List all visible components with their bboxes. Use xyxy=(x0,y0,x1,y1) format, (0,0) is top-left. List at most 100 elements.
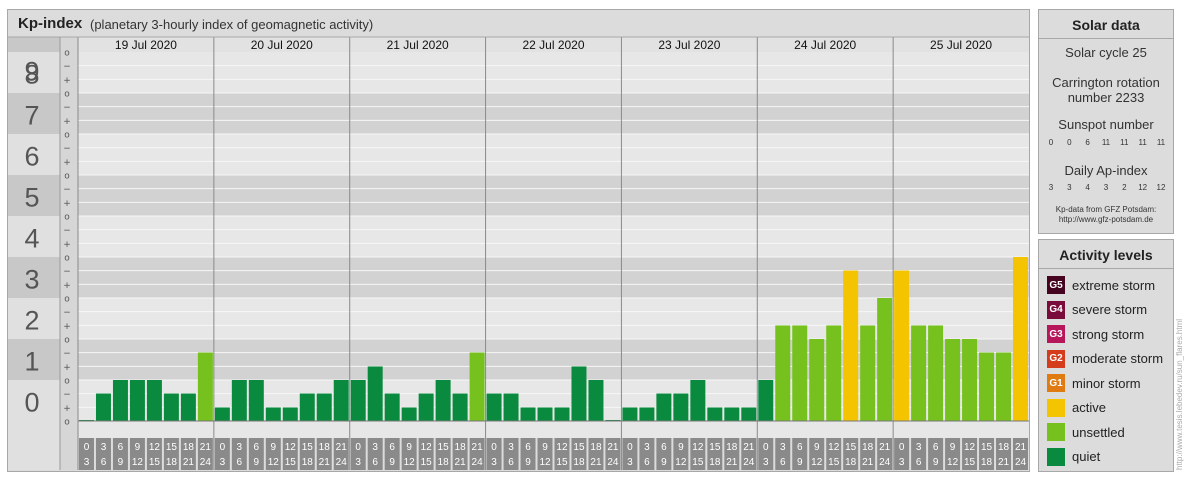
interval-end-label: 24 xyxy=(879,457,891,468)
kp-bar xyxy=(384,393,400,421)
interval-end-label: 18 xyxy=(573,457,585,468)
kp-bar xyxy=(911,325,927,421)
ap-title: Daily Ap-index xyxy=(1064,163,1148,178)
interval-start-label: 0 xyxy=(627,442,633,453)
legend-label: strong storm xyxy=(1072,326,1145,342)
interval-start-label: 15 xyxy=(438,442,450,453)
kp-bar xyxy=(367,366,383,421)
kp-bar xyxy=(877,298,893,421)
interval-end-label: 6 xyxy=(101,457,107,468)
interval-end-label: 6 xyxy=(916,457,922,468)
interval-end-label: 24 xyxy=(472,457,484,468)
interval-end-label: 3 xyxy=(763,457,769,468)
sub-tick-mark: o xyxy=(64,213,70,223)
interval-end-label: 12 xyxy=(132,457,144,468)
interval-start-label: 3 xyxy=(916,442,922,453)
kp-bar xyxy=(1013,257,1028,421)
sub-tick-mark: + xyxy=(63,76,71,86)
interval-start-label: 18 xyxy=(862,442,874,453)
kp-bar xyxy=(775,325,791,421)
y-tick-label: 4 xyxy=(24,224,39,254)
interval-start-label: 15 xyxy=(302,442,314,453)
sub-tick-mark: o xyxy=(64,418,70,428)
ap-value: 12 xyxy=(1138,183,1148,192)
credit-link[interactable]: http://www.tesis.lebedev.ru/sun_flares.h… xyxy=(1175,319,1184,470)
sunspot-value: 11 xyxy=(1101,138,1111,147)
kp-bar xyxy=(299,393,315,421)
interval-end-label: 24 xyxy=(607,457,619,468)
interval-start-label: 3 xyxy=(237,442,243,453)
interval-start-label: 18 xyxy=(726,442,738,453)
sub-tick-mark: − xyxy=(63,390,71,400)
interval-start-label: 6 xyxy=(661,442,667,453)
interval-end-label: 6 xyxy=(780,457,786,468)
sunspot-values: 0 0 6 11 11 11 11 xyxy=(1043,138,1169,147)
interval-end-label: 9 xyxy=(661,457,667,468)
sub-tick-mark: + xyxy=(63,404,71,414)
kp-bar xyxy=(537,407,553,421)
interval-end-label: 3 xyxy=(84,457,90,468)
interval-start-label: 6 xyxy=(525,442,531,453)
legend-swatch: G3 xyxy=(1047,325,1065,343)
interval-end-label: 3 xyxy=(220,457,226,468)
kp-bar-chart: 0123456789+o+o−+o−+o−+o−+o−+o−+o−+o−o−19… xyxy=(8,36,1029,470)
interval-end-label: 15 xyxy=(556,457,568,468)
day-label: 20 Jul 2020 xyxy=(251,38,313,52)
interval-start-label: 0 xyxy=(355,442,361,453)
interval-start-label: 9 xyxy=(950,442,956,453)
level-band xyxy=(78,216,1029,257)
legend-swatch xyxy=(1047,423,1065,441)
kp-bar xyxy=(146,380,162,421)
interval-start-label: 9 xyxy=(814,442,820,453)
ap-value: 12 xyxy=(1156,183,1166,192)
interval-end-label: 12 xyxy=(404,457,416,468)
kp-bar xyxy=(843,270,859,421)
legend-label: severe storm xyxy=(1072,302,1148,317)
sub-tick-mark: + xyxy=(63,281,71,291)
interval-end-label: 15 xyxy=(964,457,976,468)
interval-start-label: 9 xyxy=(678,442,684,453)
interval-start-label: 18 xyxy=(183,442,195,453)
interval-start-label: 12 xyxy=(285,442,297,453)
activity-levels-title: Activity levels xyxy=(1059,247,1153,263)
kp-bar xyxy=(724,407,740,421)
level-band xyxy=(78,52,1029,93)
sub-tick-mark: + xyxy=(63,158,71,168)
interval-start-label: 15 xyxy=(845,442,857,453)
interval-start-label: 6 xyxy=(933,442,939,453)
solar-cycle: Solar cycle 25 xyxy=(1065,45,1147,60)
interval-start-label: 9 xyxy=(406,442,412,453)
sunspot-value: 11 xyxy=(1156,138,1166,147)
interval-start-label: 3 xyxy=(508,442,514,453)
interval-end-label: 6 xyxy=(644,457,650,468)
y-tick-label: 5 xyxy=(24,183,39,213)
interval-start-label: 21 xyxy=(879,442,891,453)
source-link[interactable]: http://www.gfz-potsdam.de xyxy=(1039,215,1173,225)
interval-end-label: 3 xyxy=(491,457,497,468)
y-label-band xyxy=(8,421,60,470)
interval-end-label: 9 xyxy=(254,457,260,468)
day-label: 22 Jul 2020 xyxy=(522,38,584,52)
interval-end-label: 12 xyxy=(675,457,687,468)
interval-start-label: 21 xyxy=(743,442,755,453)
interval-end-label: 24 xyxy=(336,457,348,468)
kp-bar xyxy=(962,339,978,421)
solar-divider xyxy=(1039,38,1173,39)
kp-bar xyxy=(282,407,298,421)
sub-tick-mark: + xyxy=(63,240,71,250)
kp-bar xyxy=(690,380,706,421)
interval-start-label: 12 xyxy=(149,442,161,453)
legend-label: quiet xyxy=(1072,449,1101,464)
interval-start-label: 12 xyxy=(556,442,568,453)
kp-bar xyxy=(622,407,638,421)
kp-bar xyxy=(350,380,366,421)
kp-bar xyxy=(741,407,757,421)
kp-bar xyxy=(758,380,774,421)
y-tick-label: 9 xyxy=(24,57,39,87)
kp-bar xyxy=(214,407,230,421)
ap-value: 3 xyxy=(1048,183,1054,192)
interval-end-label: 18 xyxy=(845,457,857,468)
kp-bar xyxy=(452,393,468,421)
day-label: 25 Jul 2020 xyxy=(930,38,992,52)
kp-bar xyxy=(163,393,179,421)
